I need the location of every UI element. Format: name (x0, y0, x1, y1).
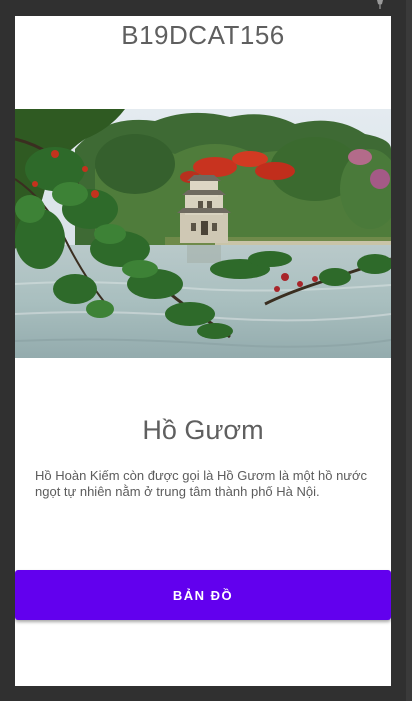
app-id-title: B19DCAT156 (121, 20, 285, 50)
device-frame: B19DCAT156 Hồ Gươm Hồ Hoàn Kiếm còn được… (0, 0, 412, 701)
place-title: Hồ Gươm (142, 415, 264, 445)
pin-icon (377, 0, 383, 9)
map-button[interactable]: BẢN ĐỒ (15, 570, 391, 620)
hero-image (15, 109, 391, 358)
device-edge (406, 0, 412, 701)
place-description: Hồ Hoàn Kiếm còn được gọi là Hồ Gươm là … (35, 468, 368, 499)
lake-photo (15, 109, 391, 358)
app-screen: B19DCAT156 Hồ Gươm Hồ Hoàn Kiếm còn được… (15, 16, 391, 686)
